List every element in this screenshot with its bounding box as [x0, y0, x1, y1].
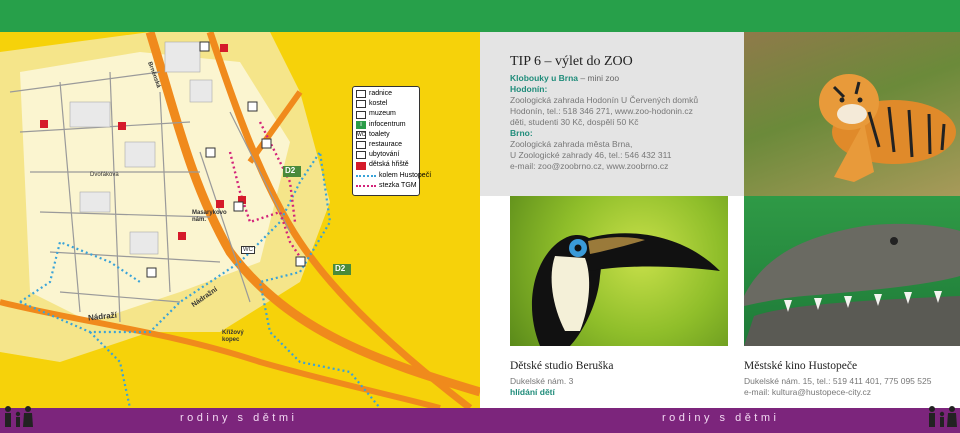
brno-line: e-mail: zoo@zoobrno.cz, www.zoobrno.cz [510, 161, 669, 171]
pink-dotted-route-icon [356, 184, 376, 187]
blue-dotted-route-icon [356, 174, 376, 177]
legend-item: kolem Hustopečí [356, 171, 431, 181]
legend-item: kostel [356, 99, 416, 109]
legend-item: WC toalety [356, 130, 416, 140]
legend-label: stezka TGM [379, 181, 417, 189]
studio-info: Dětské studio Beruška Dukelské nám. 3 hl… [510, 360, 613, 398]
legend-label: dětská hřiště [369, 161, 409, 169]
legend-label: muzeum [369, 110, 396, 118]
legend-label: kolem Hustopečí [379, 171, 432, 179]
playground-icon [356, 161, 366, 170]
church-icon [356, 100, 366, 109]
road-badge-d2: D2 [335, 264, 346, 273]
cinema-info: Městské kino Hustopeče Dukelské nám. 15,… [744, 360, 931, 398]
brno-heading: Brno: [510, 128, 533, 138]
toucan-photo [510, 196, 728, 346]
legend-label: radnice [369, 90, 392, 97]
map-label-hill: Křížový kopec [222, 330, 244, 343]
hodonin-line: Zoologická zahrada Hodonín U Červených d… [510, 95, 699, 105]
cinema-title: Městské kino Hustopeče [744, 360, 858, 372]
crocodile-photo [744, 196, 960, 346]
toilet-icon: WC [356, 130, 366, 139]
legend-item: ubytování [356, 150, 416, 160]
map-label-street: Dvořákova [90, 172, 119, 178]
legend-item: restaurace [356, 140, 416, 150]
legend-label: restaurace [369, 141, 403, 149]
info-icon: i [356, 120, 366, 129]
legend-item: i infocentrum [356, 120, 416, 130]
cinema-email: e-mail: kultura@hustopece-city.cz [744, 387, 872, 397]
tip-subtitle: Klobouky u Brna – mini zoo [510, 73, 740, 84]
tiger-photo [744, 32, 960, 196]
legend-item: radnice [356, 89, 416, 99]
restaurant-icon [356, 141, 366, 150]
legend-label: ubytování [369, 151, 400, 159]
accommodation-icon [356, 151, 366, 160]
hodonin-line: Hodonín, tel.: 518 346 271, www.zoo-hodo… [510, 106, 693, 116]
top-green-bar [0, 0, 960, 32]
family-icon [929, 406, 957, 427]
family-icon [5, 406, 33, 427]
tip-subtitle-rest: – mini zoo [578, 73, 620, 83]
legend-item: stezka TGM [356, 181, 417, 191]
hodonin-line: děti, studenti 30 Kč, dospělí 50 Kč [510, 117, 639, 127]
town-map: D2 D2 Nádraží Nádražní Křížový kopec Mas… [0, 32, 480, 408]
footer-bar [0, 408, 960, 433]
footer-text-left: rodiny s dětmi [180, 412, 298, 424]
museum-icon [356, 110, 366, 119]
legend-label: infocentrum [369, 120, 406, 128]
map-label-square: Masarykovo nám. [192, 210, 227, 223]
studio-note: hlídání dětí [510, 387, 555, 397]
studio-title: Dětské studio Beruška [510, 360, 614, 372]
town-hall-icon [356, 90, 366, 99]
footer-text-right: rodiny s dětmi [662, 412, 780, 424]
legend-item: dětská hřiště [356, 160, 416, 170]
tip-subtitle-place: Klobouky u Brna [510, 73, 579, 83]
road-badge-d2: D2 [285, 166, 296, 175]
cinema-address: Dukelské nám. 15, tel.: 519 411 401, 775… [744, 376, 932, 386]
tip-info-panel: TIP 6 – výlet do ZOO Klobouky u Brna – m… [480, 32, 744, 196]
map-label-wc: WC [241, 246, 255, 254]
tip-title: TIP 6 – výlet do ZOO [510, 54, 633, 69]
legend-label: toalety [369, 130, 390, 138]
studio-address: Dukelské nám. 3 [510, 376, 574, 386]
brno-line: U Zoologické zahrady 46, tel.: 546 432 3… [510, 150, 672, 160]
legend-item: muzeum [356, 109, 416, 119]
legend-label: kostel [369, 100, 388, 108]
brno-line: Zoologická zahrada města Brna, [510, 139, 633, 149]
map-legend: radnice kostel muzeum i infocentrum WC toa… [352, 86, 431, 196]
hodonin-heading: Hodonín: [510, 84, 548, 94]
